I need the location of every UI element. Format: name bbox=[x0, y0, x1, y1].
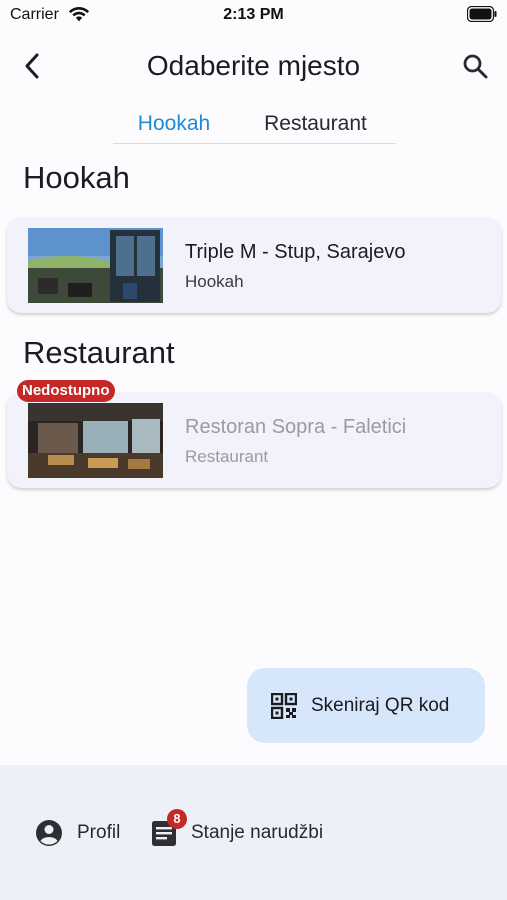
venue-photo bbox=[28, 228, 163, 303]
account-circle-icon bbox=[36, 820, 62, 846]
clock: 2:13 PM bbox=[223, 6, 284, 23]
page-title: Odaberite mjesto bbox=[146, 50, 361, 81]
venue-card-restoran-sopra[interactable]: Restoran Sopra - Faletici Restaurant bbox=[7, 392, 501, 488]
status-bar: Carrier 2:13 PM bbox=[0, 0, 507, 32]
nav-profile[interactable]: Profil bbox=[35, 817, 120, 849]
app-bar: Odaberite mjesto bbox=[0, 38, 507, 94]
nav-orders[interactable]: 8 Stanje narudžbi bbox=[151, 809, 324, 849]
category-tabs: Hookah Restaurant bbox=[113, 104, 396, 144]
venue-category: Restaurant bbox=[185, 447, 269, 466]
section-heading-hookah: Hookah bbox=[23, 160, 130, 195]
nav-orders-label: Stanje narudžbi bbox=[191, 822, 324, 843]
orders-count-badge: 8 bbox=[167, 809, 187, 829]
nav-profile-label: Profil bbox=[77, 822, 121, 843]
venue-card-triple-m[interactable]: Triple M - Stup, Sarajevo Hookah bbox=[7, 217, 501, 313]
search-icon bbox=[463, 54, 488, 79]
tab-restaurant[interactable]: Restaurant bbox=[235, 104, 396, 144]
section-heading-restaurant: Restaurant bbox=[23, 335, 175, 370]
battery-icon bbox=[467, 6, 497, 22]
scan-qr-button[interactable]: Skeniraj QR kod bbox=[247, 668, 485, 743]
venue-title: Restoran Sopra - Faletici bbox=[185, 416, 407, 438]
venue-title: Triple M - Stup, Sarajevo bbox=[185, 241, 406, 263]
tab-hookah[interactable]: Hookah bbox=[113, 104, 235, 144]
unavailable-badge: Nedostupno bbox=[17, 380, 115, 402]
venue-category: Hookah bbox=[185, 272, 244, 291]
scan-qr-label: Skeniraj QR kod bbox=[311, 695, 450, 716]
bottom-navigation: Profil 8 Stanje narudžbi bbox=[0, 765, 507, 900]
search-button[interactable] bbox=[457, 48, 493, 84]
venue-photo bbox=[28, 403, 163, 478]
qr-code-icon bbox=[271, 693, 297, 719]
